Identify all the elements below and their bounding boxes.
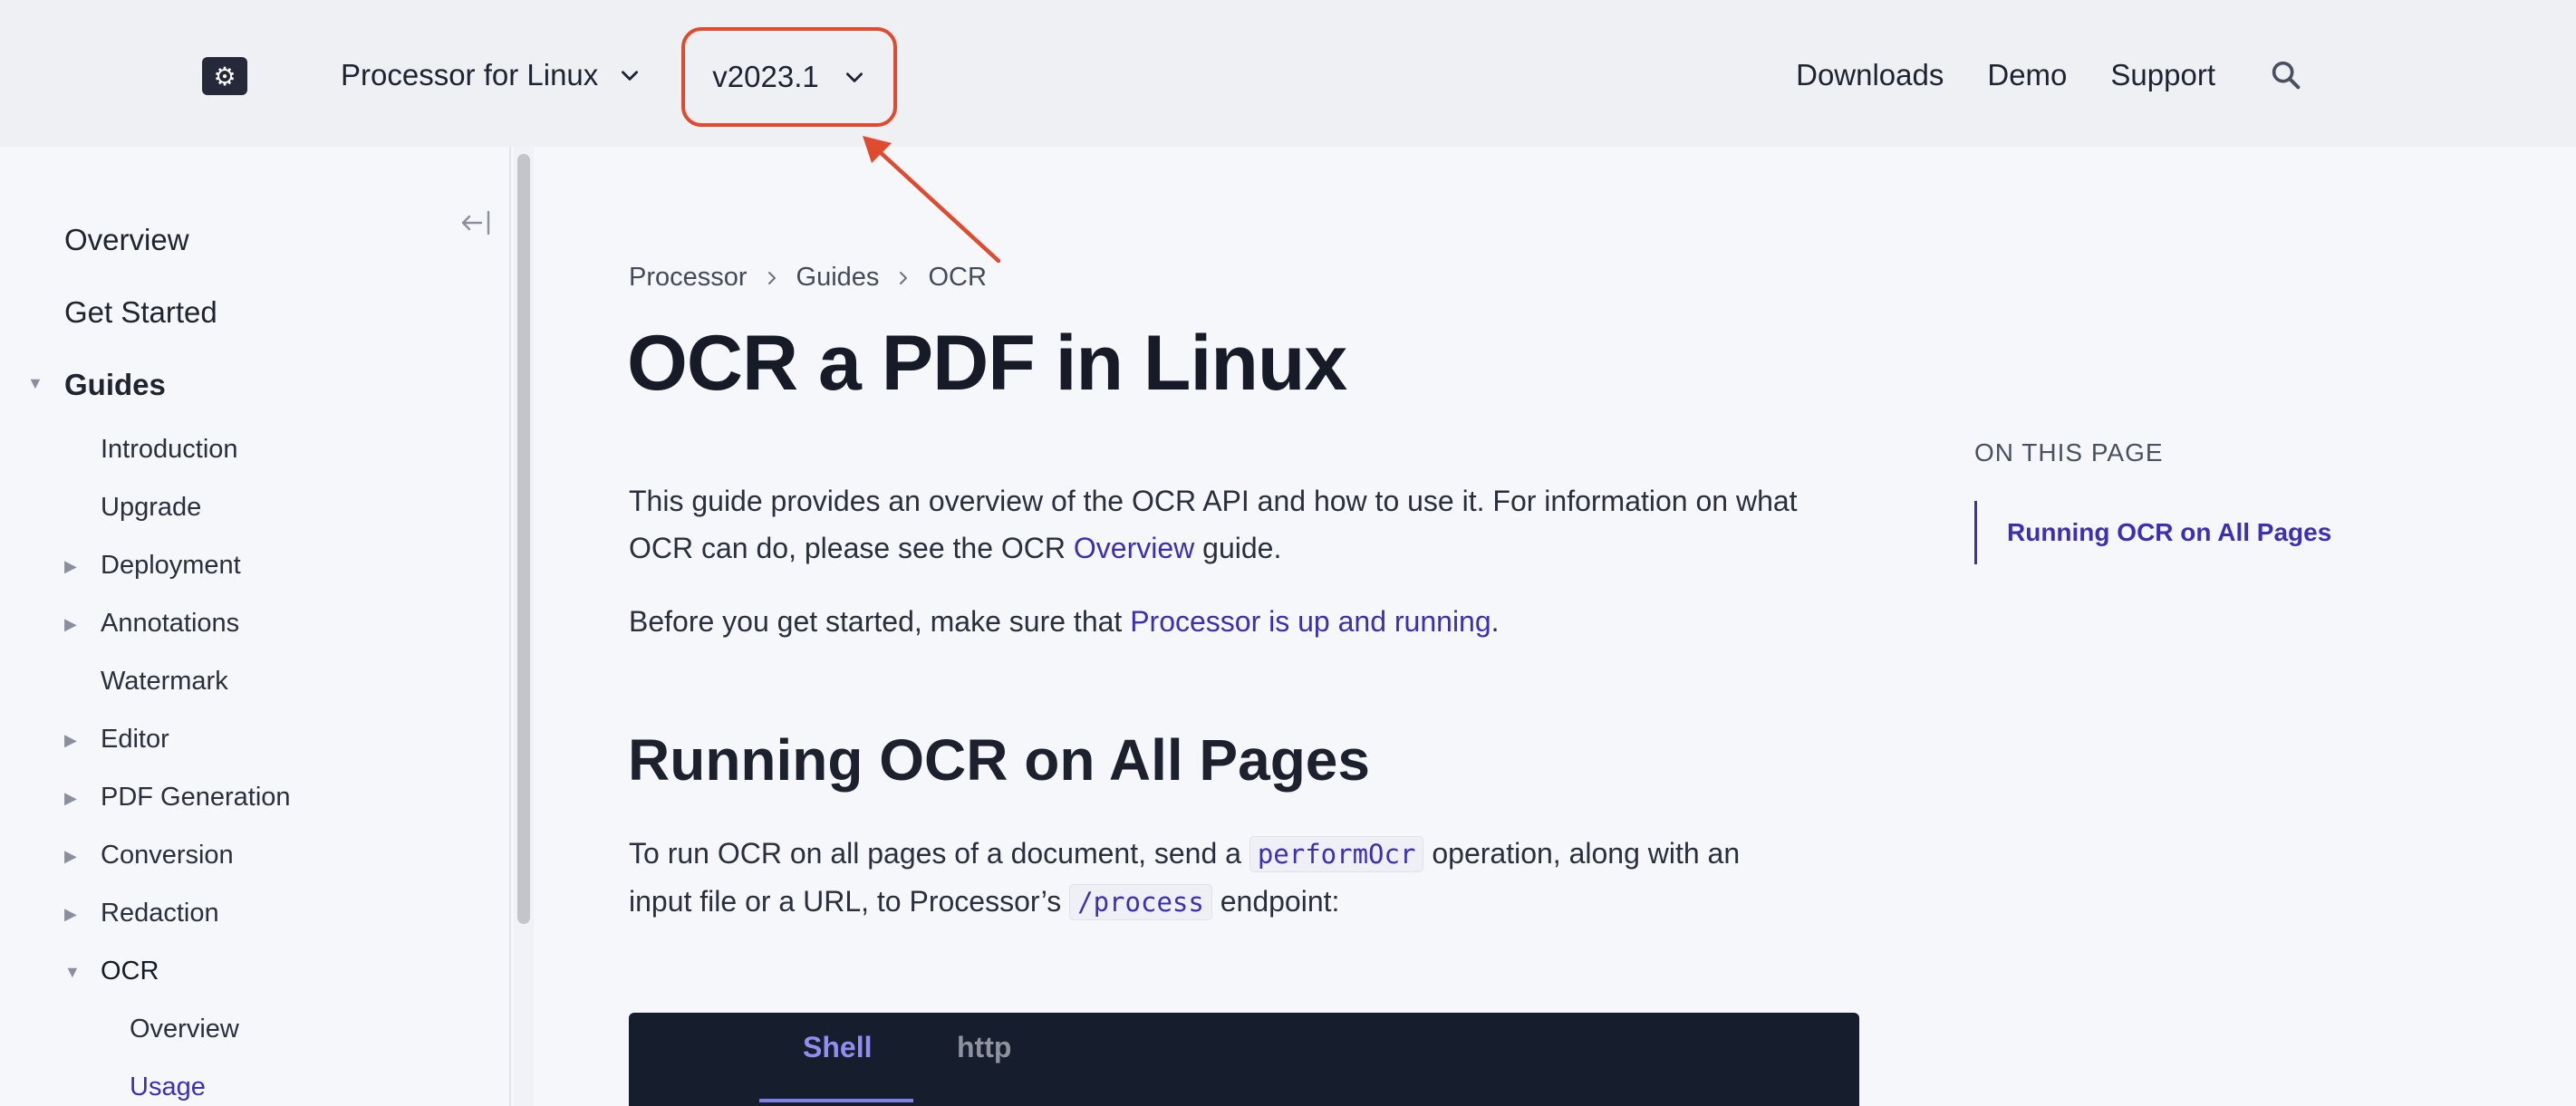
product-label: Processor for Linux — [341, 58, 599, 91]
nav-downloads[interactable]: Downloads — [1796, 58, 1944, 92]
intro-paragraph: This guide provides an overview of the O… — [629, 477, 1861, 572]
run-text-2: operation, along with an — [1423, 837, 1741, 870]
sidebar-item-get-started[interactable]: Get Started — [64, 295, 217, 330]
run-text-1: To run OCR on all pages of a document, s… — [629, 837, 1249, 870]
run-text-4: endpoint: — [1211, 885, 1340, 918]
sidebar-item-watermark[interactable]: Watermark — [101, 667, 228, 697]
collapse-sidebar-icon[interactable] — [458, 207, 494, 239]
top-nav: Downloads Demo Support — [1796, 53, 2304, 98]
scrollbar-thumb[interactable] — [517, 154, 530, 924]
toc-title: ON THIS PAGE — [1974, 438, 2164, 466]
gear-icon[interactable]: ⚙ — [202, 57, 247, 95]
breadcrumb-processor[interactable]: Processor — [629, 263, 748, 293]
sidebar-item-introduction[interactable]: Introduction — [101, 435, 238, 465]
intro-line-1: This guide provides an overview of the O… — [629, 485, 1798, 517]
caret-right-icon[interactable]: ▶ — [64, 789, 77, 808]
sidebar-item-overview[interactable]: Overview — [64, 223, 189, 257]
prereq-text: Before you get started, make sure that — [629, 605, 1131, 638]
top-header: ⚙ Processor for Linux v2023.1 Downloads … — [0, 0, 2576, 147]
caret-right-icon[interactable]: ▶ — [64, 847, 77, 866]
breadcrumb-ocr[interactable]: OCR — [928, 263, 986, 293]
sidebar-divider — [509, 147, 511, 1106]
code-block: Shell http — [629, 1013, 1859, 1106]
toc-active-bar — [1974, 501, 1977, 564]
caret-right-icon[interactable]: ▶ — [64, 615, 77, 634]
sidebar-item-conversion[interactable]: Conversion — [101, 841, 234, 870]
breadcrumb: Processor Guides OCR — [629, 263, 987, 293]
sidebar: Overview Get Started ▼ Guides Introducti… — [0, 147, 509, 1106]
chevron-down-icon — [845, 72, 863, 82]
nav-support[interactable]: Support — [2110, 58, 2215, 92]
page-title: OCR a PDF in Linux — [627, 320, 1347, 407]
tab-shell[interactable]: Shell — [803, 1031, 872, 1064]
section-heading: Running OCR on All Pages — [628, 727, 1370, 793]
chevron-down-icon — [622, 71, 639, 81]
sidebar-item-ocr-overview[interactable]: Overview — [130, 1015, 239, 1044]
annotation-arrow — [863, 136, 1001, 264]
sidebar-item-guides[interactable]: Guides — [64, 368, 166, 402]
version-dropdown[interactable]: v2023.1 — [681, 27, 897, 127]
intro-line-2-pre: OCR can do, please see the OCR — [629, 532, 1074, 564]
active-tab-indicator — [759, 1099, 913, 1102]
overview-link[interactable]: Overview — [1074, 532, 1194, 564]
sidebar-item-pdf-generation[interactable]: PDF Generation — [101, 783, 291, 813]
process-endpoint-code: /process — [1069, 884, 1212, 920]
chevron-right-icon — [900, 271, 908, 284]
prereq-period: . — [1491, 605, 1500, 638]
sidebar-item-ocr-usage[interactable]: Usage — [130, 1072, 206, 1102]
run-paragraph: To run OCR on all pages of a document, s… — [629, 830, 1861, 926]
tab-http[interactable]: http — [957, 1031, 1011, 1064]
search-icon[interactable] — [2268, 57, 2304, 93]
caret-right-icon[interactable]: ▶ — [64, 905, 77, 924]
caret-down-icon[interactable]: ▼ — [27, 374, 43, 393]
product-dropdown[interactable]: Processor for Linux — [341, 53, 642, 98]
sidebar-item-redaction[interactable]: Redaction — [101, 899, 219, 928]
run-text-3: input file or a URL, to Processor’s — [629, 885, 1070, 918]
perform-ocr-code: performOcr — [1249, 836, 1424, 872]
nav-demo[interactable]: Demo — [1987, 58, 2067, 92]
sidebar-item-ocr[interactable]: OCR — [101, 957, 159, 986]
chevron-right-icon — [767, 271, 776, 284]
prereq-paragraph: Before you get started, make sure that P… — [629, 598, 1861, 645]
sidebar-item-editor[interactable]: Editor — [101, 725, 169, 755]
breadcrumb-guides[interactable]: Guides — [796, 263, 880, 293]
sidebar-item-upgrade[interactable]: Upgrade — [101, 493, 201, 523]
toc-link-running-ocr[interactable]: Running OCR on All Pages — [2007, 518, 2331, 547]
sidebar-item-deployment[interactable]: Deployment — [101, 551, 241, 581]
intro-line-2-post: guide. — [1194, 532, 1282, 564]
caret-right-icon[interactable]: ▶ — [64, 557, 77, 576]
sidebar-scrollbar[interactable] — [514, 147, 534, 1106]
version-label: v2023.1 — [712, 60, 819, 93]
caret-right-icon[interactable]: ▶ — [64, 731, 77, 750]
processor-running-link[interactable]: Processor is up and running — [1130, 605, 1491, 638]
sidebar-item-annotations[interactable]: Annotations — [101, 609, 239, 639]
caret-down-icon[interactable]: ▼ — [64, 963, 81, 982]
